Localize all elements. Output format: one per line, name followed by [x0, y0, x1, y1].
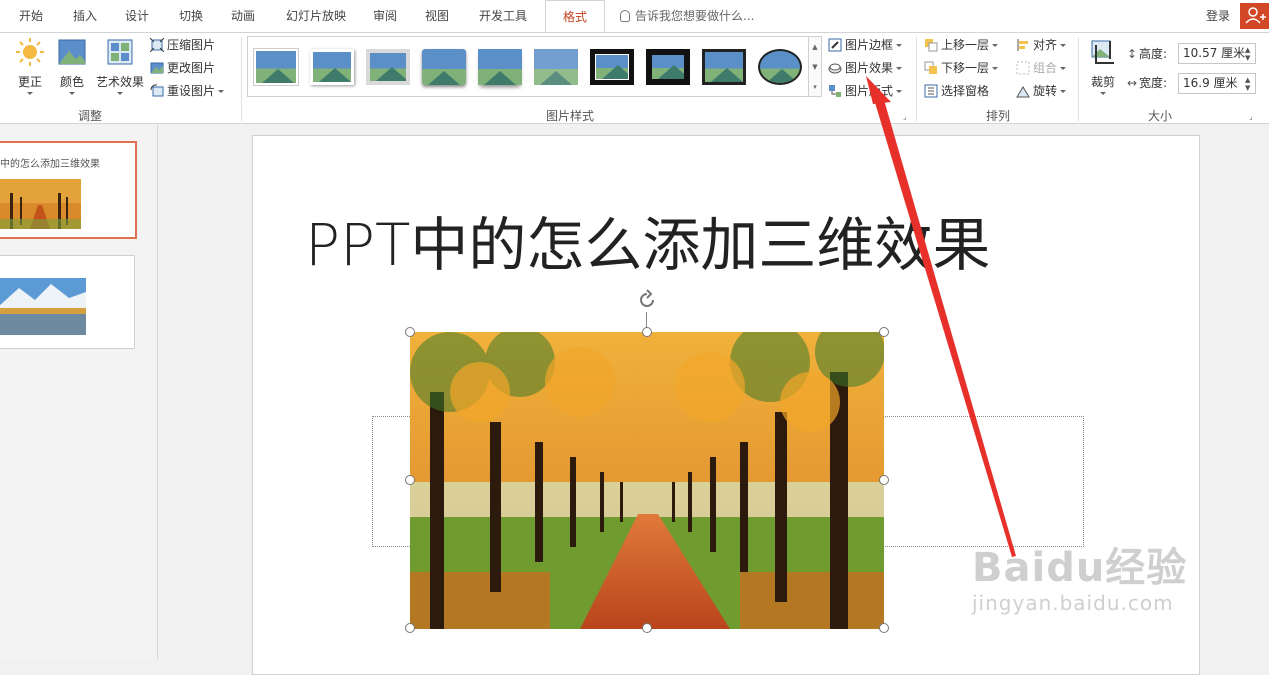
- baidu-logo: Baidu经验: [972, 545, 1188, 591]
- watermark-url: jingyan.baidu.com: [972, 591, 1174, 615]
- baidu-watermark: Baidu经验 jingyan.baidu.com: [972, 545, 1187, 615]
